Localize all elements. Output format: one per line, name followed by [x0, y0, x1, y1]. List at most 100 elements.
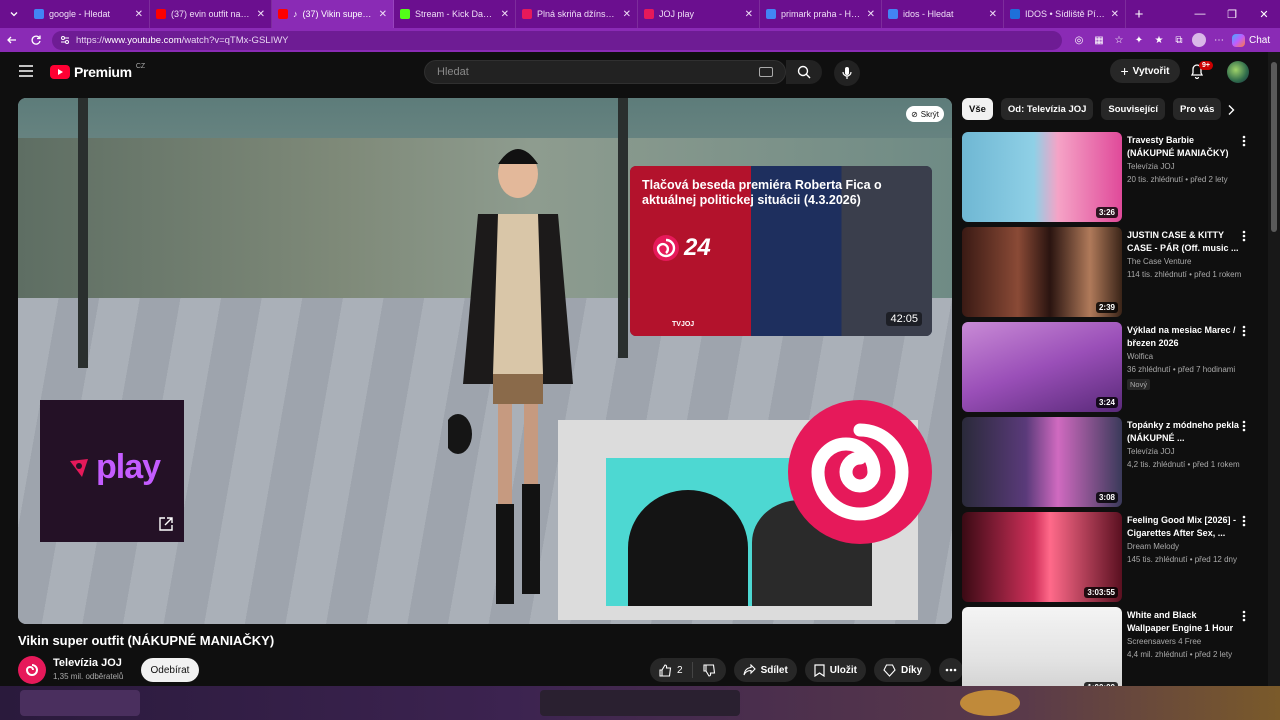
tab-close-icon[interactable]: ✕ — [1111, 9, 1119, 20]
chip-all[interactable]: Vše — [962, 98, 993, 120]
reload-button[interactable] — [24, 28, 48, 52]
new-tab-button[interactable]: + — [1126, 6, 1152, 23]
recommendation-menu-button[interactable] — [1242, 420, 1246, 432]
skip-cards-button[interactable]: ⊘ Skrýt — [906, 106, 944, 122]
restore-icon[interactable]: ❐ — [1216, 0, 1248, 28]
browser-tab[interactable]: Stream - Kick Dashboard ✕ — [394, 0, 516, 28]
tab-close-icon[interactable]: ✕ — [501, 9, 509, 20]
recommendation-title[interactable]: Travesty Barbie (NÁKUPNÉ MANIAČKY) — [1127, 134, 1239, 160]
tab-close-icon[interactable]: ✕ — [257, 9, 265, 20]
recommendation-menu-button[interactable] — [1242, 135, 1246, 147]
tab-apps-icon[interactable]: ▦ — [1092, 33, 1106, 47]
recommendation-item[interactable]: 3:03:55 Feeling Good Mix [2026] - Cigaret… — [962, 512, 1258, 607]
url-field[interactable]: https://www.youtube.com/watch?v=qTMx-GSL… — [52, 30, 1062, 50]
tab-favicon-icon — [400, 9, 410, 19]
browser-tab[interactable]: (37) evin outfit nakupné ✕ — [150, 0, 272, 28]
more-menu-icon[interactable]: ⋯ — [1212, 33, 1226, 47]
recommendation-channel[interactable]: Wolfica — [1127, 352, 1153, 361]
thanks-button[interactable]: Díky — [874, 658, 932, 682]
chat-label: Chat — [1249, 34, 1271, 46]
browser-tab[interactable]: JOJ play ✕ — [638, 0, 760, 28]
keyboard-icon[interactable] — [759, 67, 773, 77]
tab-close-icon[interactable]: ✕ — [989, 9, 997, 20]
tab-close-icon[interactable]: ✕ — [623, 9, 631, 20]
profile-icon[interactable] — [1192, 33, 1206, 47]
recommendation-channel[interactable]: Televízia JOJ — [1127, 162, 1175, 171]
recommendation-menu-button[interactable] — [1242, 230, 1246, 242]
open-external-icon[interactable] — [158, 516, 174, 532]
recommendation-meta: 114 tis. zhlédnutí • před 1 rokem — [1127, 270, 1242, 279]
channel-avatar[interactable] — [18, 656, 46, 684]
voice-search-button[interactable] — [834, 60, 860, 86]
recommendation-channel[interactable]: Televízia JOJ — [1127, 447, 1175, 456]
recommendation-thumbnail[interactable]: 1:00:00 — [962, 607, 1122, 697]
recommendation-item[interactable]: 2:39 JUSTIN CASE & KITTY CASE - PÁR (Off.… — [962, 227, 1258, 322]
recommendation-item[interactable]: 3:26 Travesty Barbie (NÁKUPNÉ MANIAČKY) Te… — [962, 132, 1258, 227]
page-scrollbar[interactable] — [1268, 52, 1280, 686]
recommendation-menu-button[interactable] — [1242, 515, 1246, 527]
recommendation-title[interactable]: Feeling Good Mix [2026] - Cigarettes Aft… — [1127, 514, 1239, 540]
dislike-button[interactable] — [693, 663, 726, 677]
browser-tab[interactable]: Plná skriňa džínsov, no ak ✕ — [516, 0, 638, 28]
back-button[interactable] — [0, 28, 24, 52]
tab-close-icon[interactable]: ✕ — [745, 9, 753, 20]
recommendation-item[interactable]: 3:08 Topánky z módneho pekla (NÁKUPNÉ ...… — [962, 417, 1258, 512]
recommendation-title[interactable]: Topánky z módneho pekla (NÁKUPNÉ ... — [1127, 419, 1239, 445]
recommendation-thumbnail[interactable]: 2:39 — [962, 227, 1122, 317]
collections-icon[interactable]: ⧉ — [1172, 33, 1186, 47]
tab-search-menu[interactable] — [0, 0, 28, 28]
create-button[interactable]: + Vytvořit — [1110, 59, 1180, 83]
joj-play-promo-card[interactable]: play — [40, 400, 184, 542]
recommendation-thumbnail[interactable]: 3:03:55 — [962, 512, 1122, 602]
channel-name[interactable]: Televízia JOJ — [53, 657, 122, 669]
tab-close-icon[interactable]: ✕ — [379, 9, 387, 20]
scrollbar-thumb[interactable] — [1271, 62, 1277, 232]
youtube-logo[interactable]: Premium CZ — [50, 63, 145, 80]
browser-tab[interactable]: idos - Hledat ✕ — [882, 0, 1004, 28]
chip-for-you[interactable]: Pro vás — [1173, 98, 1222, 120]
recommendation-thumbnail[interactable]: 3:08 — [962, 417, 1122, 507]
tab-close-icon[interactable]: ✕ — [135, 9, 143, 20]
speaker-icon[interactable]: ♪ — [293, 9, 298, 19]
recommendation-thumbnail[interactable]: 3:26 — [962, 132, 1122, 222]
recommendation-item[interactable]: 3:24 Výklad na mesiac Marec / březen 2026… — [962, 322, 1258, 417]
tab-title: JOJ play — [659, 9, 695, 19]
end-screen-video-card[interactable]: Tlačová beseda premiéra Roberta Fica o a… — [630, 166, 932, 336]
more-actions-button[interactable] — [939, 658, 964, 682]
recommendation-menu-button[interactable] — [1242, 610, 1246, 622]
copilot-chat-button[interactable]: Chat — [1232, 33, 1271, 47]
search-button[interactable] — [786, 60, 822, 84]
close-window-icon[interactable]: ✕ — [1248, 0, 1280, 28]
video-player[interactable]: ⊘ Skrýt Tlačová beseda premiéra Roberta … — [18, 98, 952, 624]
favorites-icon[interactable]: ★ — [1152, 33, 1166, 47]
recommendation-title[interactable]: Výklad na mesiac Marec / březen 2026 — [1127, 324, 1239, 350]
recommendation-channel[interactable]: Screensavers 4 Free — [1127, 637, 1201, 646]
like-button[interactable]: 2 — [650, 662, 693, 678]
tab-close-icon[interactable]: ✕ — [867, 9, 875, 20]
recommendation-menu-button[interactable] — [1242, 325, 1246, 337]
save-button[interactable]: Uložit — [804, 658, 867, 682]
account-avatar[interactable] — [1227, 61, 1249, 83]
chip-from-channel[interactable]: Od: Televízia JOJ — [1000, 98, 1094, 120]
plus-icon: + — [1120, 63, 1129, 79]
guide-menu-button[interactable] — [18, 64, 34, 78]
browser-tab[interactable]: google - Hledat ✕ — [28, 0, 150, 28]
bookmark-star-icon[interactable]: ☆ — [1112, 33, 1126, 47]
tab-title: Stream - Kick Dashboard — [415, 9, 496, 19]
extensions-icon[interactable]: ✦ — [1132, 33, 1146, 47]
browser-tab[interactable]: primark praha - Hledat ✕ — [760, 0, 882, 28]
recommendation-title[interactable]: White and Black Wallpaper Engine 1 Hour — [1127, 609, 1239, 635]
share-button[interactable]: Sdílet — [733, 658, 797, 682]
translate-icon[interactable]: ◎ — [1072, 33, 1086, 47]
chips-next-button[interactable] — [1226, 104, 1236, 116]
chip-related[interactable]: Související — [1101, 98, 1166, 120]
recommendation-thumbnail[interactable]: 3:24 — [962, 322, 1122, 412]
minimize-icon[interactable]: — — [1184, 0, 1216, 28]
search-input[interactable]: Hledat — [424, 60, 786, 84]
subscribe-button[interactable]: Odebírat — [141, 658, 199, 682]
browser-tab[interactable]: ♪ (37) Vikin super out ✕ — [272, 0, 394, 28]
browser-tab[interactable]: IDOS • Sídliště Písnice • ✕ — [1004, 0, 1126, 28]
recommendation-title[interactable]: JUSTIN CASE & KITTY CASE - PÁR (Off. mus… — [1127, 229, 1239, 255]
recommendation-channel[interactable]: Dream Melody — [1127, 542, 1179, 551]
recommendation-channel[interactable]: The Case Venture — [1127, 257, 1191, 266]
